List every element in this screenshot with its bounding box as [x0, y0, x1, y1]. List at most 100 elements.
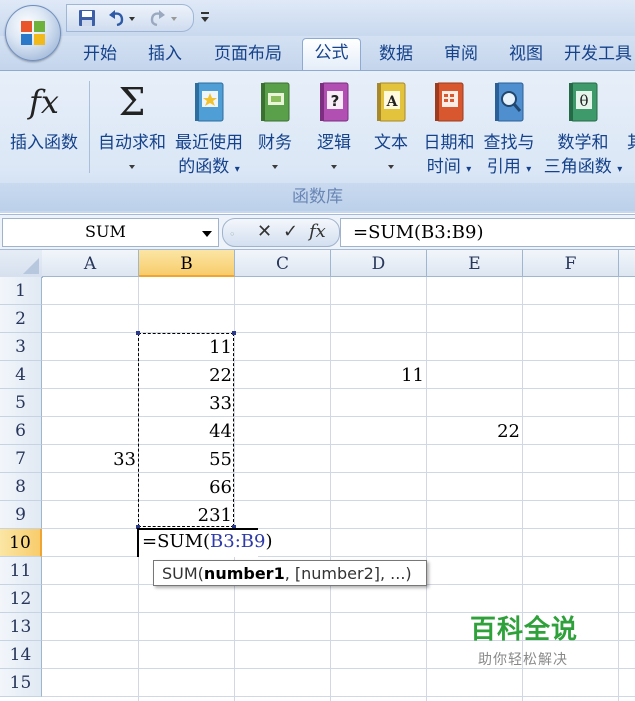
function-tooltip[interactable]: SUM(number1, [number2], ...) — [153, 560, 427, 586]
row-header-1[interactable]: 1 — [0, 277, 42, 305]
marquee-handle — [232, 331, 236, 335]
text-book-icon: A — [377, 82, 406, 122]
column-header-e[interactable]: E — [427, 250, 523, 277]
autosum-dropdown-arrow — [129, 165, 135, 169]
grip-icon: ◦ — [229, 228, 236, 241]
gridline — [618, 277, 619, 701]
undo-icon[interactable] — [107, 8, 127, 28]
svg-text:Σ: Σ — [119, 80, 146, 124]
cell-a7[interactable]: 33 — [42, 445, 139, 472]
lookup-reference-button[interactable]: 查找与 引用 ▾ — [480, 77, 538, 181]
svg-text:A: A — [386, 94, 399, 110]
redo-icon[interactable] — [147, 8, 167, 28]
more-functions-label: 其 — [627, 131, 635, 155]
row-header-5[interactable]: 5 — [0, 389, 42, 417]
row-header-12[interactable]: 12 — [0, 585, 42, 613]
insert-function-fx-icon[interactable]: fx — [309, 223, 326, 241]
column-header-g[interactable] — [619, 250, 635, 277]
math-trig-label: 数学和 — [557, 133, 609, 153]
gridline — [42, 696, 635, 697]
row-header-2[interactable]: 2 — [0, 305, 42, 333]
marquee-handle — [136, 331, 140, 335]
row-header-3[interactable]: 3 — [0, 333, 42, 361]
tab-data[interactable]: 数据 — [368, 40, 424, 68]
insert-function-button[interactable]: fx 插入函数 — [4, 77, 84, 181]
gridline — [42, 332, 635, 333]
logical-book-icon: ? — [320, 82, 349, 122]
svg-text:fx: fx — [27, 83, 59, 121]
active-cell-b10[interactable]: =SUM(B3:B9) — [137, 528, 273, 557]
tab-developer[interactable]: 开发工具 — [564, 40, 635, 68]
tab-view[interactable]: 视图 — [498, 40, 554, 68]
gridline — [330, 277, 331, 701]
function-library-group-label: 函数库 — [0, 183, 635, 211]
name-box-dropdown-icon[interactable] — [202, 231, 212, 237]
math-trig-button[interactable]: θ 数学和 三角函数 ▾ — [540, 77, 626, 181]
fx-icon: fx — [27, 83, 59, 121]
logical-label: 逻辑 — [317, 133, 351, 153]
column-header-b[interactable]: B — [139, 250, 235, 277]
tab-insert[interactable]: 插入 — [137, 40, 193, 68]
save-icon[interactable] — [77, 8, 97, 28]
cancel-icon[interactable]: ✕ — [257, 223, 272, 241]
title-bar — [0, 0, 635, 36]
tab-formulas[interactable]: 公式 — [302, 38, 361, 72]
lookup-reference-label-line2: 引用 ▾ — [486, 157, 532, 177]
date-time-button[interactable]: 日期和 时间 ▾ — [420, 77, 478, 181]
recently-used-button[interactable]: 最近使用 的函数 ▾ — [171, 77, 247, 181]
row-header-6[interactable]: 6 — [0, 417, 42, 445]
office-button[interactable] — [5, 5, 61, 61]
name-box[interactable]: SUM — [2, 218, 219, 247]
column-header-d[interactable]: D — [331, 250, 427, 277]
row-header-4[interactable]: 4 — [0, 361, 42, 389]
gridline — [426, 277, 427, 701]
tab-home[interactable]: 开始 — [72, 40, 128, 68]
column-header-f[interactable]: F — [523, 250, 619, 277]
more-functions-button[interactable]: 其 — [627, 77, 635, 181]
range-marquee — [136, 331, 236, 529]
row-header-8[interactable]: 8 — [0, 473, 42, 501]
customize-qat-icon[interactable] — [198, 8, 212, 26]
tab-review[interactable]: 审阅 — [433, 40, 489, 68]
recently-used-label: 最近使用 — [175, 133, 243, 153]
text-button[interactable]: A 文本 — [366, 77, 416, 181]
financial-button[interactable]: 财务 — [250, 77, 300, 181]
logical-button[interactable]: ? 逻辑 — [309, 77, 359, 181]
lookup-reference-label: 查找与 — [483, 133, 535, 153]
gridline — [42, 416, 635, 417]
svg-text:?: ? — [331, 92, 340, 110]
autosum-button[interactable]: Σ 自动求和 — [94, 77, 170, 181]
cell-d4[interactable]: 11 — [331, 361, 427, 388]
svg-text:θ: θ — [579, 92, 588, 110]
row-header-15[interactable]: 15 — [0, 669, 42, 697]
gridline — [42, 556, 635, 557]
date-time-label-line2: 时间 ▾ — [426, 157, 472, 177]
formula-buttons: ◦ ✕ ✓ fx — [222, 218, 340, 247]
undo-dropdown-icon[interactable] — [127, 8, 137, 28]
name-box-value: SUM — [85, 222, 126, 241]
recently-used-label-line2: 的函数 ▾ — [178, 157, 240, 177]
column-header-c[interactable]: C — [235, 250, 331, 277]
row-header-11[interactable]: 11 — [0, 557, 42, 585]
select-all-triangle-icon — [23, 258, 39, 274]
row-header-13[interactable]: 13 — [0, 613, 42, 641]
column-header-a[interactable]: A — [42, 250, 139, 277]
date-time-label: 日期和 — [423, 133, 475, 153]
row-header-7[interactable]: 7 — [0, 445, 42, 473]
gridline — [42, 528, 635, 529]
enter-icon[interactable]: ✓ — [283, 223, 298, 241]
row-header-10[interactable]: 10 — [0, 529, 42, 557]
tab-page-layout[interactable]: 页面布局 — [203, 40, 293, 68]
formula-input[interactable]: =SUM(B3:B9) — [340, 218, 635, 247]
row-header-14[interactable]: 14 — [0, 641, 42, 669]
redo-dropdown-icon[interactable] — [169, 8, 179, 28]
date-time-book-icon — [435, 82, 464, 122]
row-header-9[interactable]: 9 — [0, 501, 42, 529]
text-label: 文本 — [374, 133, 408, 153]
select-all-corner[interactable] — [0, 250, 43, 278]
watermark-title: 百科全说 — [470, 615, 579, 645]
gridline — [42, 304, 635, 305]
watermark: 百科全说 助你轻松解决 — [452, 605, 612, 675]
formula-prefix: =SUM( — [142, 531, 211, 552]
cell-e6[interactable]: 22 — [427, 417, 523, 444]
